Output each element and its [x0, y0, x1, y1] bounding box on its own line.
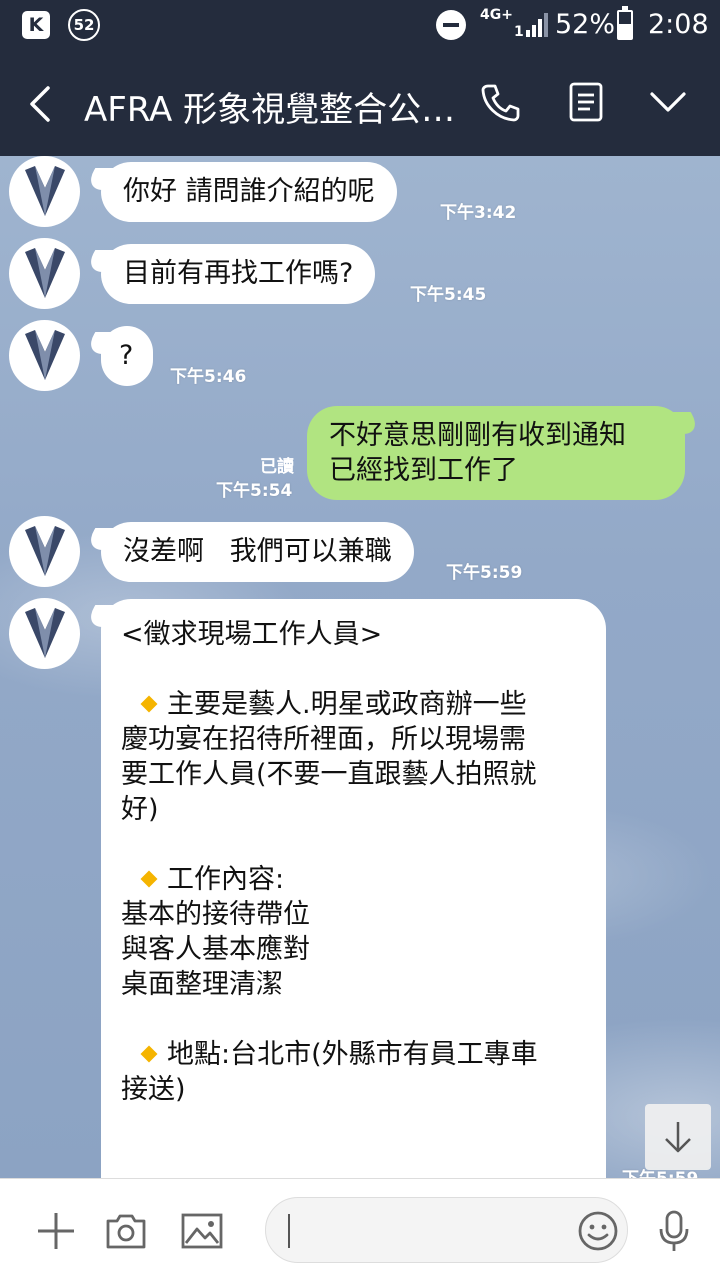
arrow-down-icon	[665, 1122, 691, 1153]
sender-avatar[interactable]	[9, 156, 80, 227]
message-bubble[interactable]: ?	[101, 326, 153, 386]
post-line: 基本的接待帶位	[121, 899, 310, 930]
chat-title[interactable]: AFRA 形象視覺整合公…	[84, 82, 464, 131]
back-chevron-icon[interactable]	[24, 84, 60, 124]
sender-avatar[interactable]	[9, 320, 80, 391]
message-time: 下午5:54	[216, 481, 293, 501]
message-input[interactable]	[265, 1197, 628, 1263]
post-text: 地點:台北市(外縣市有員工專車	[167, 1039, 538, 1070]
clock: 2:08	[648, 9, 709, 40]
plus-icon[interactable]	[34, 1209, 78, 1253]
post-line: 好)	[121, 794, 159, 825]
diamond-logo-icon	[25, 608, 65, 658]
post-heading: <徵求現場工作人員>	[121, 619, 383, 650]
diamond-bullet-icon	[140, 870, 158, 887]
diamond-bullet-icon	[140, 1045, 158, 1062]
notification-count-badge: 52	[68, 9, 100, 41]
camera-icon[interactable]	[104, 1209, 148, 1253]
chat-header: AFRA 形象視覺整合公…	[0, 50, 720, 156]
message-time: 下午5:46	[170, 367, 247, 387]
message-bubble[interactable]: 目前有再找工作嗎?	[101, 244, 376, 304]
sender-avatar[interactable]	[9, 516, 80, 587]
diamond-logo-icon	[25, 166, 65, 216]
diamond-logo-icon	[25, 248, 65, 298]
svg-text:1: 1	[514, 24, 524, 38]
post-line: 慶功宴在招待所裡面，所以現場需	[121, 724, 526, 755]
signal-icon: 1	[514, 13, 548, 38]
image-icon[interactable]	[180, 1209, 224, 1253]
do-not-disturb-icon	[436, 10, 466, 40]
diamond-logo-icon	[25, 330, 65, 380]
status-bar: K 52 4G+ 1 52% 2:08	[0, 0, 720, 50]
message-time: 下午3:42	[440, 203, 517, 223]
microphone-icon[interactable]	[652, 1209, 696, 1253]
chat-messages[interactable]: 你好 請問誰介紹的呢 下午3:42 目前有再找工作嗎? 下午5:45 ? 下午5…	[0, 156, 720, 1178]
network-type: 4G+	[480, 7, 513, 23]
battery-percent: 52%	[555, 9, 616, 40]
message-time: 下午5:59	[446, 563, 523, 583]
diamond-logo-icon	[25, 526, 65, 576]
sender-avatar[interactable]	[9, 598, 80, 669]
read-receipt: 已讀	[260, 457, 294, 477]
post-line: 與客人基本應對	[121, 934, 310, 965]
job-post-message-bubble[interactable]: <徵求現場工作人員> 主要是藝人.明星或政商辦一些 慶功宴在招待所裡面，所以現場…	[101, 599, 606, 1178]
message-time: 下午5:45	[410, 285, 487, 305]
note-icon[interactable]	[564, 80, 608, 124]
post-line: 桌面整理清潔	[121, 969, 283, 1000]
post-text: 主要是藝人.明星或政商辦一些	[167, 689, 527, 720]
message-bubble[interactable]: 你好 請問誰介紹的呢	[101, 162, 397, 222]
post-line: 接送)	[121, 1074, 186, 1105]
post-line: 主要是藝人.明星或政商辦一些	[121, 687, 586, 722]
post-text: 工作內容:	[167, 864, 285, 895]
message-bubble[interactable]: 沒差啊 我們可以兼職	[101, 522, 414, 582]
app-k-icon: K	[22, 11, 50, 39]
post-line: 要工作人員(不要一直跟藝人拍照就	[121, 759, 537, 790]
battery-icon	[617, 6, 633, 40]
post-line: 工作內容:	[121, 862, 586, 897]
text-cursor	[288, 1214, 290, 1248]
post-line: 地點:台北市(外縣市有員工專車	[121, 1037, 586, 1072]
outgoing-message-bubble[interactable]: 不好意思剛剛有收到通知 已經找到工作了	[307, 406, 685, 500]
phone-icon[interactable]	[478, 80, 522, 124]
sender-avatar[interactable]	[9, 238, 80, 309]
scroll-to-bottom-button[interactable]	[645, 1104, 711, 1170]
message-input-bar	[0, 1178, 720, 1280]
diamond-bullet-icon	[140, 695, 158, 712]
emoji-icon[interactable]	[576, 1209, 620, 1253]
chevron-down-icon[interactable]	[646, 80, 690, 124]
